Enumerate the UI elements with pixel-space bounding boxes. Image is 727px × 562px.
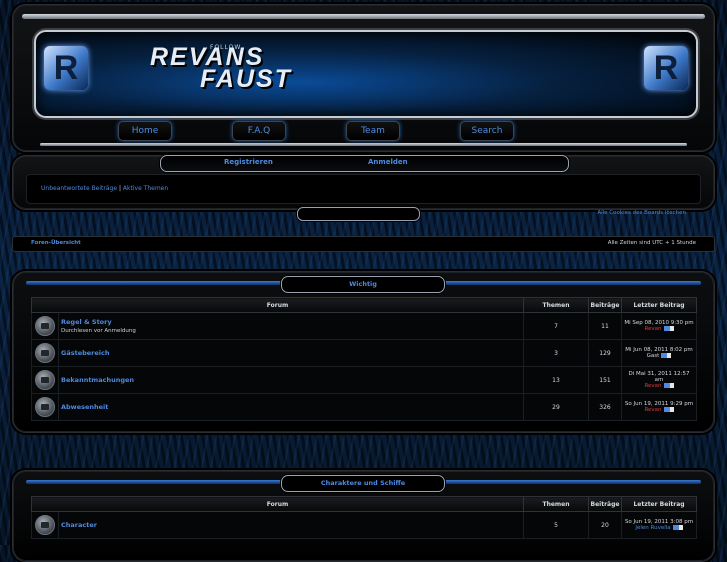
quicklinks-separator: | [118,185,121,192]
forum-title-link[interactable]: Bekanntmachungen [61,376,521,384]
col-last-post: Letzter Beitrag [621,496,697,512]
last-post-author[interactable]: Revan [644,383,661,389]
forum-table-2: Forum Themen Beiträge Letzter Beitrag Ch… [31,496,697,539]
header-top-bar [22,14,705,19]
site-logo: REVANS FAUST [150,45,292,93]
nav-team-button[interactable]: Team [346,121,400,141]
col-topics: Themen [523,297,589,313]
table-row: Regel & Story Durchlesen vor Anmeldung 7… [31,312,697,340]
last-post-author: Gast [646,353,660,359]
goto-last-post-icon[interactable] [663,383,674,388]
last-post-author[interactable]: Revan [644,326,661,332]
last-post-author[interactable]: Jelen Ruvella [635,525,670,531]
goto-last-post-icon[interactable] [663,326,674,331]
login-bar: Registrieren Anmelden [160,155,569,172]
posts-count: 129 [588,339,622,367]
breadcrumb-index-link[interactable]: Foren-Übersicht [31,240,81,246]
topics-count: 29 [523,393,589,421]
forum-title-link[interactable]: Abwesenheit [61,403,521,411]
quicklinks: Unbeantwortete Beiträge | Aktive Themen [41,185,168,192]
topics-count: 7 [523,312,589,340]
forum-title-link[interactable]: Gästebereich [61,349,521,357]
col-posts: Beiträge [588,496,622,512]
category-title-2[interactable]: Charaktere und Schiffe [281,475,445,492]
header-bottom-bar [40,143,687,146]
last-post-author[interactable]: Revan [644,407,661,413]
table-row: Abwesenheit 29 326 So Jun 19, 2011 9:29 … [31,393,697,421]
col-forum: Forum [31,297,524,313]
logo-badge-left: R [44,46,88,90]
table-row: Character 5 20 So Jun 19, 2011 3:08 pm J… [31,511,697,539]
table-row: Gästebereich 3 129 Mi Jun 08, 2011 8:02 … [31,339,697,367]
topics-count: 5 [523,511,589,539]
active-topics-link[interactable]: Aktive Themen [123,185,168,192]
timezone-note: Alle Zeiten sind UTC + 1 Stunde [607,240,696,246]
site-banner[interactable]: R FOLLOW REVANS FAUST R [34,30,698,118]
forum-title-link[interactable]: Character [61,521,521,529]
table-header-row: Forum Themen Beiträge Letzter Beitrag [31,496,697,512]
topics-count: 13 [523,366,589,394]
unanswered-posts-link[interactable]: Unbeantwortete Beiträge [41,185,117,192]
forum-read-icon [35,343,55,363]
nav-faq-button[interactable]: F.A.Q [232,121,286,141]
nav-search-button[interactable]: Search [460,121,514,141]
nav-home-button[interactable]: Home [118,121,172,141]
forum-read-icon [35,397,55,417]
posts-count: 151 [588,366,622,394]
forum-read-icon [35,515,55,535]
forum-description: Durchlesen vor Anmeldung [61,328,136,334]
logo-line-2: FAUST [200,65,292,93]
goto-last-post-icon[interactable] [661,353,672,358]
search-box[interactable] [297,207,420,221]
forum-table-1: Forum Themen Beiträge Letzter Beitrag Re… [31,297,697,421]
goto-last-post-icon[interactable] [672,525,683,530]
col-forum: Forum [31,496,524,512]
topics-count: 3 [523,339,589,367]
last-post-date: Di Mai 31, 2011 12:57 am [628,371,690,383]
col-topics: Themen [523,496,589,512]
forum-title-link[interactable]: Regel & Story [61,318,521,326]
category-title-1[interactable]: Wichtig [281,276,445,293]
breadcrumb: Foren-Übersicht Alle Zeiten sind UTC + 1… [12,236,715,252]
register-link[interactable]: Registrieren [224,158,273,166]
col-last-post: Letzter Beitrag [621,297,697,313]
delete-cookies-link[interactable]: Alle Cookies des Boards löschen [597,210,686,216]
login-link[interactable]: Anmelden [368,158,408,166]
forum-read-icon [35,370,55,390]
quicklinks-panel: Unbeantwortete Beiträge | Aktive Themen [26,174,701,204]
posts-count: 11 [588,312,622,340]
posts-count: 20 [588,511,622,539]
table-header-row: Forum Themen Beiträge Letzter Beitrag [31,297,697,313]
logo-badge-right: R [644,46,688,90]
goto-last-post-icon[interactable] [663,407,674,412]
col-posts: Beiträge [588,297,622,313]
table-row: Bekanntmachungen 13 151 Di Mai 31, 2011 … [31,366,697,394]
forum-read-icon [35,316,55,336]
posts-count: 326 [588,393,622,421]
